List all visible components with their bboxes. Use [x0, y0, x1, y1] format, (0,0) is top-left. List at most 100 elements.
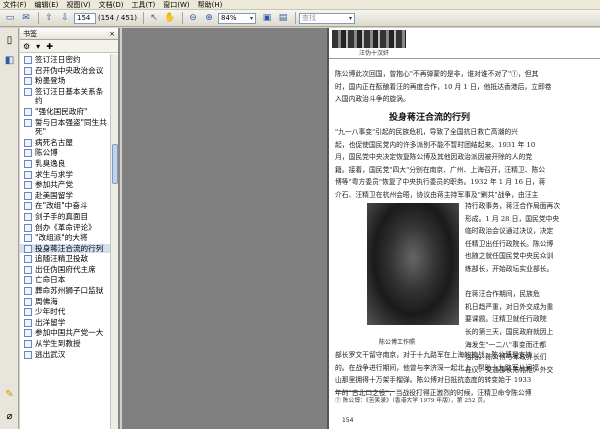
bookmark-item[interactable]: 誓与日本强盗"同生共死" [20, 118, 110, 137]
bookmark-item[interactable]: 葬命苏州狮子口监狱 [20, 286, 110, 296]
bookmark-label: 陈公博 [35, 148, 58, 158]
bookmark-label: 投身蒋汪合流的行列 [35, 243, 104, 253]
bookmark-label: 参加中国共产党一大 [35, 328, 104, 338]
bookmark-label: 签订汪日基本关系条约 [35, 86, 104, 106]
bookmark-item[interactable]: 逃出武汉 [20, 350, 110, 360]
scrollbar-thumb[interactable] [112, 144, 118, 184]
bookmark-item[interactable]: 陈公博 [20, 148, 110, 158]
zoom-select[interactable]: 84% ▾ [218, 12, 256, 24]
text-line: 入国内政治斗争的旋涡。 [335, 95, 410, 104]
page-up-icon[interactable]: ⇧ [42, 12, 56, 25]
bookmark-item[interactable]: 签订汪日基本关系条约 [20, 87, 110, 106]
text-line: 长的第三天，国民政府就因上 [465, 328, 554, 336]
menu-edit[interactable]: 编辑(E) [35, 0, 59, 10]
bookmark-item[interactable]: 粉墨登场 [20, 76, 110, 86]
running-header: 汪伪十汉奸 [359, 50, 390, 57]
bookmark-item[interactable]: 出洋留学 [20, 318, 110, 328]
bookmark-label: 粉墨登场 [35, 76, 66, 86]
bookmark-item[interactable]: 从学生到教授 [20, 339, 110, 349]
page-count: (154 / 451) [98, 14, 137, 22]
bookmark-label: 剑子手的真面目 [35, 211, 89, 221]
bookmark-item[interactable]: 投身蒋汪合流的行列 [20, 243, 110, 254]
page-down-icon[interactable]: ⇩ [58, 12, 72, 25]
bookmark-item[interactable]: 召开伪中央政治会议 [20, 66, 110, 76]
text-line: 的。在战争进行期间，他曾与李济深一起北上，帮助十九路军从闸福 [335, 363, 539, 372]
menu-view[interactable]: 视图(V) [66, 0, 90, 10]
bookmark-item[interactable]: 参加共产党 [20, 180, 110, 190]
bookmark-page-icon [24, 276, 32, 285]
text-line: 陈公博此次回国，曾抱心"不再弹蒙的是非，谁对谁不对了"①，但其 [335, 70, 539, 78]
document-viewport[interactable]: 汪伪十汉奸 陈公博此次回国，曾抱心"不再弹蒙的是非，谁对谁不对了"①，但其 时，国… [122, 28, 600, 429]
bookmark-item[interactable]: 在"改组"中奋斗 [20, 201, 110, 211]
menubar: 文件(F) 编辑(E) 视图(V) 文档(D) 工具(T) 窗口(W) 帮助(H… [0, 0, 600, 10]
bookmark-item[interactable]: 亡命日本 [20, 275, 110, 285]
bookmarks-panel-icon[interactable]: ◧ [3, 54, 16, 67]
page-number-input[interactable]: 154 [74, 12, 96, 24]
bookmark-page-icon [24, 56, 32, 64]
bookmark-page-icon [24, 87, 32, 96]
bookmark-label: 赴美国留学 [35, 190, 73, 200]
chevron-down-icon: ▾ [249, 14, 253, 22]
toolbar-separator [143, 12, 144, 24]
bookmark-item[interactable]: 周佛海 [20, 297, 110, 307]
bookmark-page-icon [24, 287, 32, 296]
bookmark-item[interactable]: 出任伪国府代主席 [20, 265, 110, 275]
bookmark-item[interactable]: "强化国民政府" [20, 107, 110, 117]
menu-window[interactable]: 窗口(W) [163, 0, 189, 10]
bookmark-page-icon [24, 66, 32, 75]
menu-help[interactable]: 帮助(H) [198, 0, 223, 10]
bookmark-page-icon [24, 77, 32, 86]
bookmark-item[interactable]: "改组派"的大将 [20, 233, 110, 243]
text-line: 机日趋严重，对日外交成为重 [465, 302, 554, 311]
text-line: 持行政事务，蒋汪合作局面再次 [465, 202, 561, 210]
bookmark-item[interactable]: 创办《革命评论》 [20, 223, 110, 233]
select-cursor-icon[interactable]: ↖ [147, 12, 161, 25]
bookmark-page-icon [24, 308, 32, 317]
bookmark-item[interactable]: 病死名古屋 [20, 138, 110, 148]
bookmark-item[interactable]: 追随汪精卫投敌 [20, 254, 110, 264]
bookmark-item[interactable]: 少年时代 [20, 307, 110, 317]
bookmark-page-icon [24, 118, 32, 127]
menu-file[interactable]: 文件(F) [3, 0, 27, 10]
bookmark-page-icon [24, 297, 32, 306]
bookmark-label: 签订汪日密约 [35, 55, 81, 64]
pages-panel-icon[interactable]: ▯ [3, 34, 16, 47]
email-icon[interactable]: ✉ [19, 12, 33, 25]
section-heading: 投身蒋汪合流的行列 [389, 113, 471, 123]
bookmark-item[interactable]: 乳臭逸良 [20, 159, 110, 169]
bookmark-item[interactable]: 签订汪日密约 [20, 55, 110, 65]
bookmark-page-icon [24, 329, 32, 338]
bookmark-page-icon [24, 265, 32, 274]
text-line: 要课题。汪精卫就任行政院 [465, 315, 547, 324]
bookmark-item[interactable]: 赴美国留学 [20, 191, 110, 201]
search-input[interactable]: 查找 ▾ [299, 12, 355, 24]
zoom-value: 84% [221, 13, 237, 22]
menu-document[interactable]: 文档(D) [99, 0, 124, 10]
hand-tool-icon[interactable]: ✋ [163, 12, 177, 25]
menu-tools[interactable]: 工具(T) [132, 0, 156, 10]
zoom-in-icon[interactable]: ⊕ [202, 12, 216, 25]
bookmark-label: 在"改组"中奋斗 [35, 201, 88, 211]
toolbar-separator [295, 12, 296, 24]
text-line: 练部长，开始政坛实业部长。 [465, 265, 554, 273]
bookmarks-scrollbar[interactable] [110, 54, 118, 429]
options-icon[interactable]: ⚙ [23, 42, 30, 51]
expand-bookmark-icon[interactable]: ▾ [36, 42, 40, 51]
zoom-out-icon[interactable]: ⊖ [186, 12, 200, 25]
comments-icon[interactable]: ✎ [3, 388, 16, 401]
bookmark-item[interactable]: 求生与求学 [20, 170, 110, 180]
fit-page-icon[interactable]: ▣ [260, 12, 274, 25]
bookmark-label: 乳臭逸良 [35, 158, 66, 168]
bookmark-label: "改组派"的大将 [35, 233, 88, 243]
bookmarks-toolbar: ⚙ ▾ ✚ [20, 40, 118, 53]
text-line: 山那里拥得十万架手榴弹。陈公博对日抵抗态度的转变始于 1933 [335, 376, 532, 385]
print-icon[interactable]: ▭ [3, 12, 17, 25]
close-icon[interactable]: × [109, 30, 115, 38]
fit-width-icon[interactable]: ▤ [276, 12, 290, 25]
bookmark-item[interactable]: 剑子手的真面目 [20, 212, 110, 222]
attachment-icon[interactable]: ⌀ [3, 410, 16, 423]
bookmark-label: 病死名古屋 [35, 137, 73, 147]
bookmark-item[interactable]: 参加中国共产党一大 [20, 328, 110, 338]
toolbar-separator [182, 12, 183, 24]
new-bookmark-icon[interactable]: ✚ [46, 42, 53, 51]
